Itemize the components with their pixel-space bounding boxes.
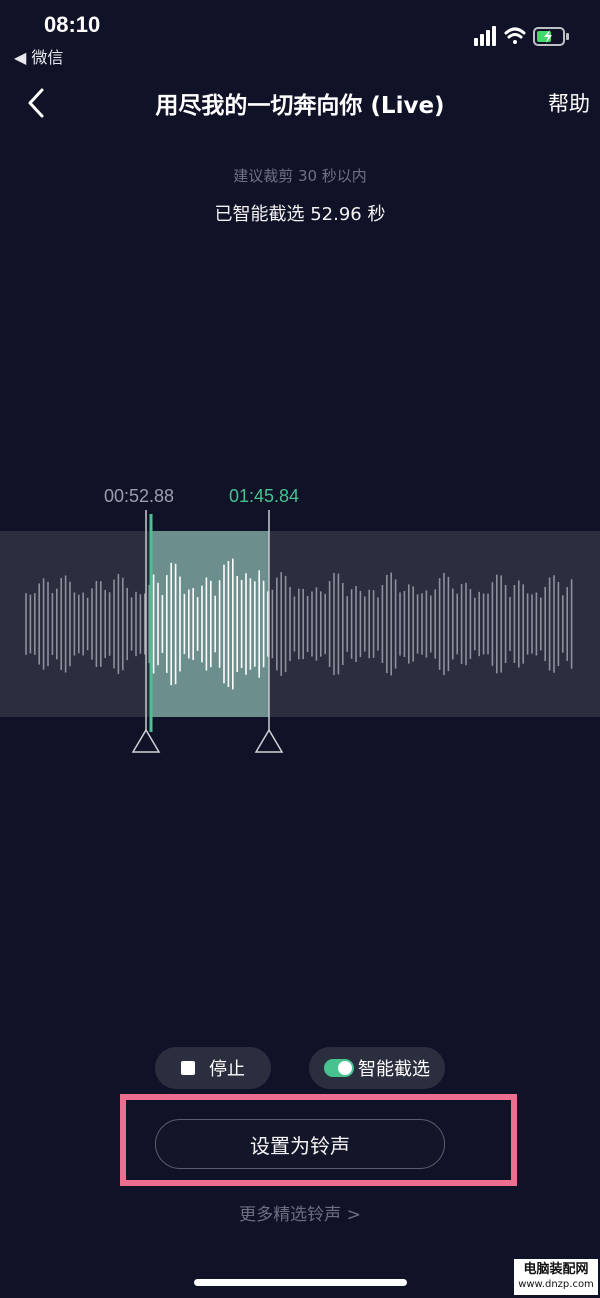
back-to-app-link[interactable]: ◀ 微信 (14, 44, 63, 68)
battery-icon (533, 27, 569, 46)
smart-clip-label: 智能截选 (358, 1059, 430, 1080)
wifi-icon (504, 27, 526, 44)
signal-icon (474, 26, 496, 46)
more-ringtones-link[interactable]: 更多精选铃声 > (0, 1200, 600, 1225)
end-handle-icon[interactable] (254, 728, 284, 753)
set-as-ringtone-button[interactable]: 设置为铃声 (155, 1119, 445, 1169)
start-handle-icon[interactable] (131, 728, 161, 753)
watermark-title: 电脑装配网 (523, 1262, 589, 1277)
status-time: 08:10 (44, 12, 101, 37)
waveform-bars (25, 558, 573, 690)
toggle-switch-icon[interactable] (324, 1059, 354, 1077)
waveform-canvas[interactable] (0, 510, 600, 760)
back-chevron-icon[interactable] (24, 86, 54, 120)
status-icons (474, 26, 569, 46)
help-button[interactable]: 帮助 (548, 88, 590, 118)
stop-icon (181, 1061, 195, 1075)
watermark-url: www.dnzp.com (518, 1279, 594, 1290)
stop-label: 停止 (209, 1059, 245, 1080)
selected-duration-text: 已智能截选 52.96 秒 (214, 204, 386, 225)
watermark: 电脑装配网 www.dnzp.com (514, 1259, 598, 1295)
page-title: 用尽我的一切奔向你 (Live) (155, 93, 445, 119)
stop-button[interactable]: 停止 (155, 1047, 271, 1089)
home-indicator (194, 1279, 407, 1286)
clip-end-time: 01:45.84 (229, 486, 300, 506)
trim-hint: 建议裁剪 30 秒以内 (233, 167, 367, 185)
smart-clip-toggle[interactable]: 智能截选 (309, 1047, 445, 1089)
clip-start-time: 00:52.88 (104, 486, 175, 506)
